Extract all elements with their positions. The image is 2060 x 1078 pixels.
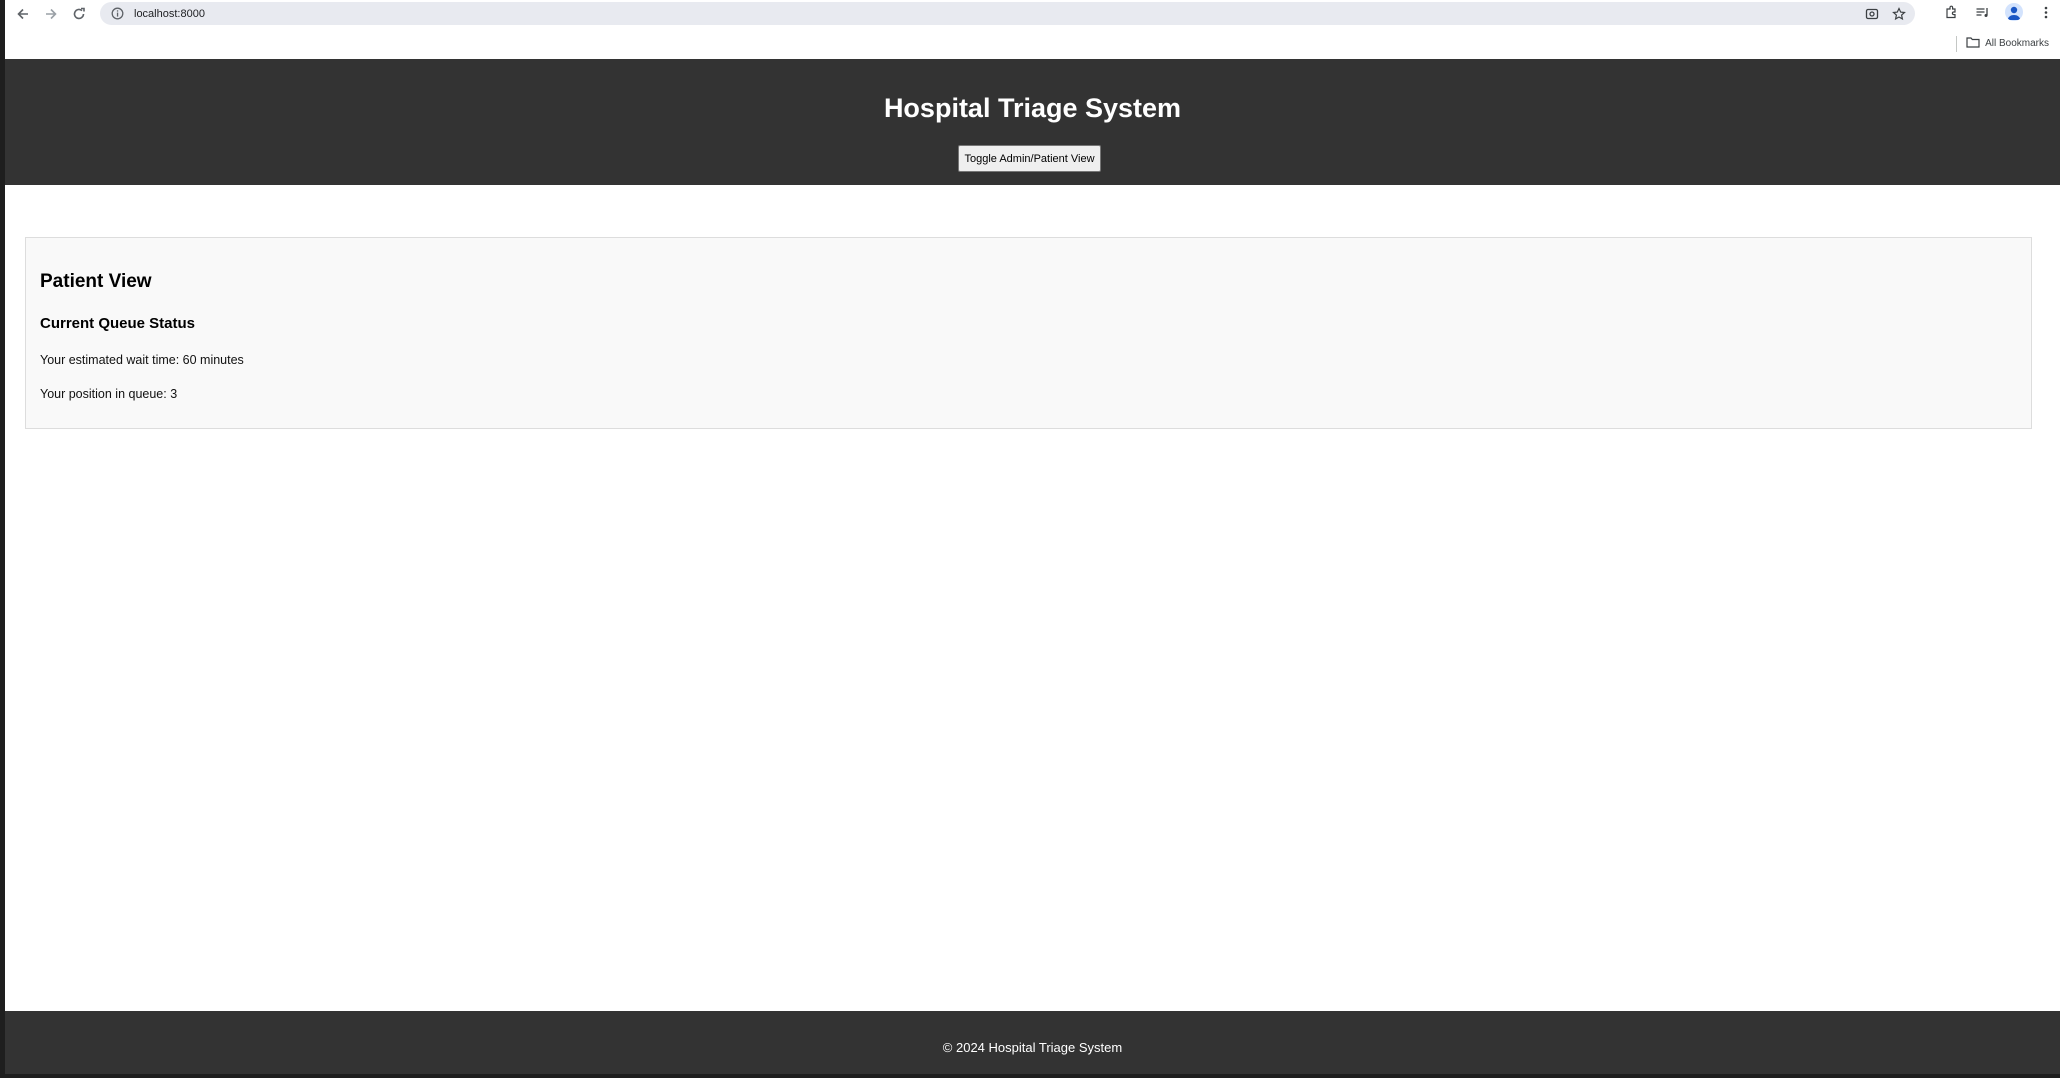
wait-time-text: Your estimated wait time: 60 minutes [40, 353, 244, 367]
bookmarks-divider [1956, 36, 1957, 52]
all-bookmarks-label: All Bookmarks [1985, 38, 2049, 49]
back-icon[interactable] [12, 3, 34, 25]
bookmark-star-icon[interactable] [1890, 5, 1907, 22]
site-footer: © 2024 Hospital Triage System [5, 1011, 2060, 1074]
more-menu-icon[interactable] [2037, 4, 2054, 21]
media-controls-icon[interactable] [1974, 4, 1991, 21]
browser-toolbar: localhost:8000 [5, 0, 2060, 27]
site-header: Hospital Triage System Toggle Admin/Pati… [5, 59, 2060, 185]
address-url[interactable]: localhost:8000 [134, 8, 205, 20]
patient-view-panel: Patient View Current Queue Status Your e… [25, 237, 2032, 429]
profile-avatar-icon[interactable] [2005, 3, 2023, 21]
browser-window: localhost:8000 All Bookmarks Hospital Tr… [5, 0, 2060, 1074]
footer-copyright: © 2024 Hospital Triage System [942, 1040, 1123, 1055]
queue-status-heading: Current Queue Status [40, 315, 196, 332]
folder-icon [1966, 36, 1980, 51]
all-bookmarks-button[interactable]: All Bookmarks [1966, 36, 2049, 51]
extensions-icon[interactable] [1943, 4, 1960, 21]
site-info-icon[interactable] [109, 6, 125, 22]
bookmarks-bar: All Bookmarks [5, 27, 2060, 59]
toggle-view-button[interactable]: Toggle Admin/Patient View [958, 145, 1101, 172]
queue-position-text: Your position in queue: 3 [40, 387, 178, 401]
forward-icon[interactable] [40, 3, 62, 25]
address-bar[interactable]: localhost:8000 [100, 2, 1915, 25]
screenshot-icon[interactable] [1863, 5, 1880, 22]
page-title: Hospital Triage System [883, 93, 1182, 123]
view-title: Patient View [40, 271, 152, 292]
reload-icon[interactable] [68, 3, 90, 25]
page-content: Hospital Triage System Toggle Admin/Pati… [5, 59, 2060, 1074]
